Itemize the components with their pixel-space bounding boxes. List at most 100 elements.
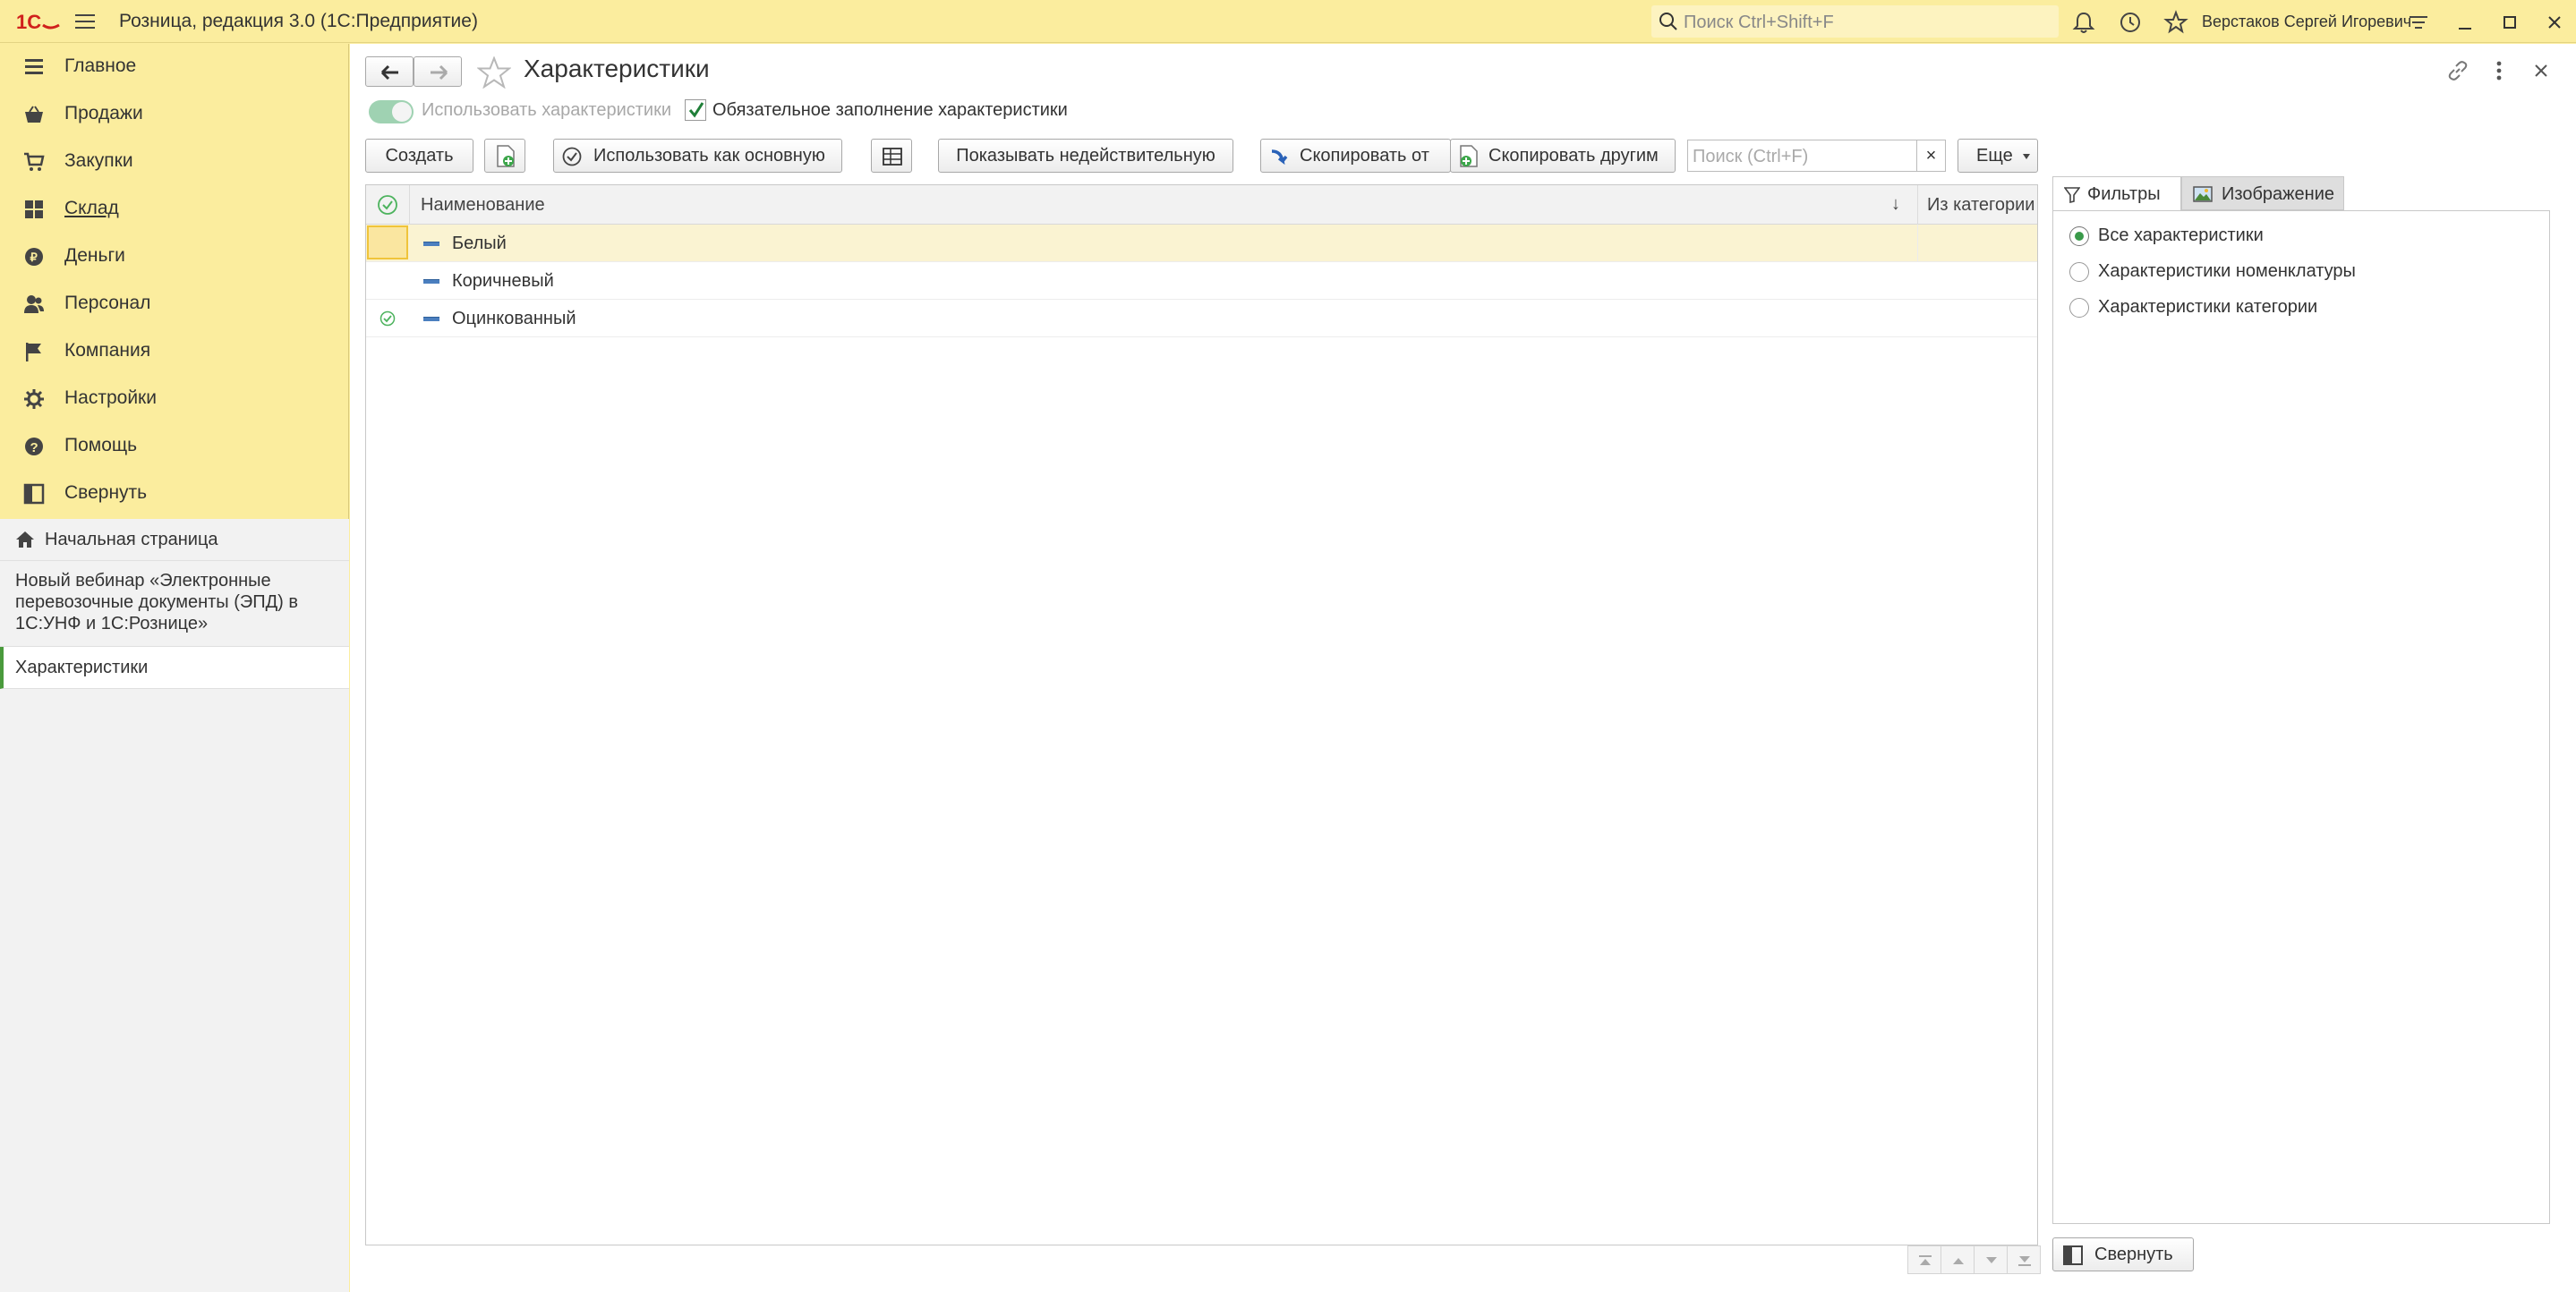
row-name: Белый bbox=[452, 234, 507, 253]
copy-to-others-label: Скопировать другим bbox=[1488, 146, 1659, 166]
scroll-bottom-button[interactable] bbox=[2007, 1245, 2041, 1274]
gear-icon bbox=[24, 389, 44, 409]
show-invalid-button[interactable]: Показывать недействительную bbox=[938, 139, 1233, 173]
arrow-top-icon bbox=[1919, 1255, 1932, 1265]
sidebar-item-personnel[interactable]: Персонал bbox=[0, 281, 349, 327]
favorites-star-icon[interactable] bbox=[2163, 10, 2188, 35]
sidebar-item-help[interactable]: ? Помощь bbox=[0, 423, 349, 470]
home-icon bbox=[16, 531, 34, 548]
new-document-icon bbox=[1460, 145, 1478, 167]
sidebar-item-sales[interactable]: Продажи bbox=[0, 91, 349, 138]
svg-text:?: ? bbox=[30, 440, 38, 455]
sidebar-item-collapse[interactable]: Свернуть bbox=[0, 471, 349, 517]
filter-all-label: Все характеристики bbox=[2098, 225, 2264, 245]
open-window-label: Начальная страница bbox=[45, 530, 218, 549]
scroll-top-button[interactable] bbox=[1907, 1245, 1941, 1274]
table-row[interactable]: Коричневый bbox=[366, 262, 2037, 300]
use-as-main-button[interactable]: Использовать как основную bbox=[553, 139, 842, 173]
export-spreadsheet-button[interactable] bbox=[871, 139, 912, 173]
tab-label: Изображение bbox=[2222, 184, 2334, 204]
minimize-icon[interactable] bbox=[2452, 10, 2478, 35]
sidebar-item-label: Закупки bbox=[64, 150, 133, 171]
sidebar-item-settings[interactable]: Настройки bbox=[0, 376, 349, 422]
open-window-label: Характеристики bbox=[15, 658, 149, 677]
maximize-icon[interactable] bbox=[2497, 10, 2522, 35]
open-window-current[interactable]: Характеристики bbox=[0, 647, 349, 689]
create-copy-button[interactable] bbox=[484, 139, 525, 173]
copy-to-others-button[interactable]: Скопировать другим bbox=[1450, 139, 1676, 173]
1c-logo-icon[interactable]: 1С bbox=[16, 9, 61, 34]
filter-nomenclature-radio[interactable] bbox=[2069, 262, 2089, 282]
characteristic-icon bbox=[423, 279, 439, 284]
people-icon bbox=[24, 295, 44, 313]
checkmark-icon bbox=[688, 102, 704, 118]
more-actions-icon[interactable] bbox=[2490, 59, 2508, 82]
main-marker-cell[interactable] bbox=[367, 225, 408, 259]
list-search-input[interactable]: Поиск (Ctrl+F) bbox=[1687, 140, 1917, 172]
arrow-down-icon bbox=[1986, 1257, 1997, 1263]
collapse-panel-button[interactable]: Свернуть bbox=[2052, 1237, 2194, 1271]
sidebar-item-label: Деньги bbox=[64, 245, 125, 266]
filter-icon bbox=[2064, 187, 2080, 203]
sidebar-item-label: Склад bbox=[64, 198, 119, 218]
use-characteristics-label: Использовать характеристики bbox=[422, 100, 671, 120]
link-icon[interactable] bbox=[2446, 59, 2469, 82]
sidebar-item-warehouse[interactable]: Склад bbox=[0, 186, 349, 233]
open-window-home[interactable]: Начальная страница bbox=[0, 519, 349, 561]
global-search-input[interactable]: Поиск Ctrl+Shift+F bbox=[1651, 5, 2059, 38]
filter-category-radio[interactable] bbox=[2069, 298, 2089, 318]
characteristics-table: Наименование ↓ Из категории Белый Коричн… bbox=[365, 184, 2038, 1245]
open-window-label: Новый вебинар «Электронные перевозочные … bbox=[15, 571, 298, 633]
filter-nomenclature-label: Характеристики номенклатуры bbox=[2098, 261, 2356, 281]
table-header: Наименование ↓ Из категории bbox=[366, 185, 2037, 225]
more-button[interactable]: Еще bbox=[1958, 139, 2038, 173]
main-characteristic-column-icon[interactable] bbox=[377, 194, 398, 216]
open-window-webinar[interactable]: Новый вебинар «Электронные перевозочные … bbox=[0, 561, 349, 647]
scroll-up-button[interactable] bbox=[1941, 1245, 1975, 1274]
hamburger-menu-icon[interactable] bbox=[73, 11, 97, 32]
tab-filters[interactable]: Фильтры bbox=[2052, 176, 2181, 210]
sidebar-item-label: Помощь bbox=[64, 435, 138, 455]
bell-icon[interactable] bbox=[2071, 10, 2096, 35]
sort-indicator-icon[interactable]: ↓ bbox=[1891, 194, 1900, 215]
app-title: Розница, редакция 3.0 (1С:Предприятие) bbox=[119, 11, 478, 31]
check-circle-icon bbox=[562, 147, 582, 166]
table-row[interactable]: Оцинкованный bbox=[366, 300, 2037, 337]
filter-all-radio[interactable] bbox=[2069, 226, 2089, 246]
user-name[interactable]: Верстаков Сергей Игоревич bbox=[2202, 13, 2411, 31]
form-title: Характеристики bbox=[524, 55, 710, 82]
image-icon bbox=[2193, 186, 2213, 202]
close-form-icon[interactable] bbox=[2531, 61, 2551, 81]
sidebar-item-purchases[interactable]: Закупки bbox=[0, 139, 349, 185]
close-window-icon[interactable] bbox=[2542, 10, 2567, 35]
favorite-star-icon[interactable] bbox=[477, 56, 511, 89]
scroll-down-button[interactable] bbox=[1974, 1245, 2008, 1274]
characteristic-icon bbox=[423, 242, 439, 246]
search-icon bbox=[1659, 13, 1677, 30]
table-row[interactable]: Белый bbox=[366, 225, 2037, 262]
copy-from-button[interactable]: Скопировать от bbox=[1260, 139, 1451, 173]
svg-text:₽: ₽ bbox=[30, 251, 38, 264]
clear-search-button[interactable]: × bbox=[1917, 140, 1946, 172]
settings-menu-icon[interactable] bbox=[2406, 10, 2431, 35]
mandatory-fill-label: Обязательное заполнение характеристики bbox=[712, 100, 1068, 120]
sidebar-item-label: Главное bbox=[64, 55, 137, 76]
use-characteristics-toggle[interactable] bbox=[369, 100, 414, 123]
mandatory-fill-checkbox[interactable] bbox=[685, 99, 706, 121]
use-as-main-label: Использовать как основную bbox=[593, 146, 825, 166]
tab-image[interactable]: Изображение bbox=[2181, 176, 2344, 210]
more-label: Еще bbox=[1976, 146, 2013, 166]
sidebar-item-company[interactable]: Компания bbox=[0, 328, 349, 375]
cart-icon bbox=[24, 152, 45, 171]
create-button[interactable]: Создать bbox=[365, 139, 473, 173]
arrow-up-icon bbox=[1953, 1258, 1964, 1264]
sidebar-item-money[interactable]: ₽ Деньги bbox=[0, 234, 349, 280]
flag-icon bbox=[26, 343, 41, 361]
column-header-name[interactable]: Наименование bbox=[421, 195, 545, 216]
panel-collapse-icon bbox=[2063, 1245, 2083, 1265]
column-header-from-category[interactable]: Из категории bbox=[1927, 195, 2034, 216]
back-button[interactable] bbox=[365, 56, 414, 87]
forward-button[interactable] bbox=[414, 56, 462, 87]
history-icon[interactable] bbox=[2118, 10, 2143, 35]
sidebar-item-main[interactable]: Главное bbox=[0, 44, 349, 90]
